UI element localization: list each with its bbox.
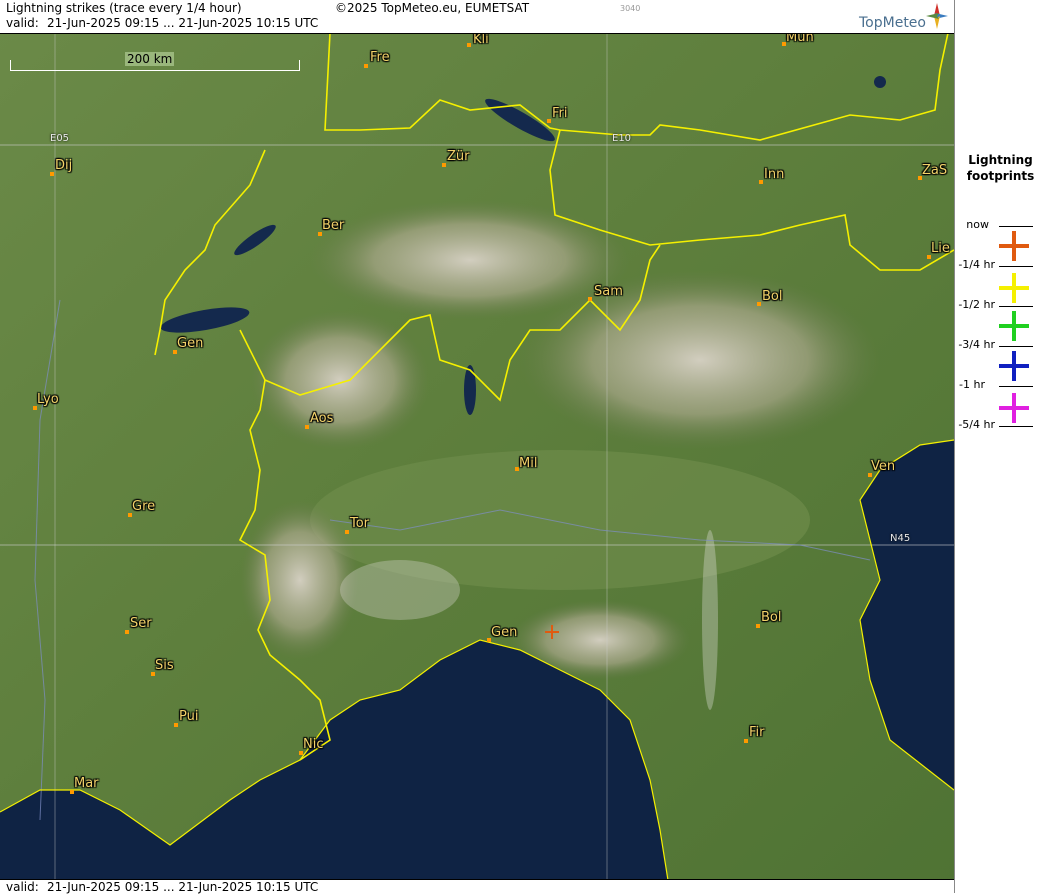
grid-label-e10: E10 — [612, 133, 632, 144]
legend-label-one-hour: -1 hr — [959, 378, 985, 391]
legend-line — [999, 346, 1033, 347]
grid-label-e05: E05 — [50, 133, 70, 144]
satellite-map: 200 km E05 E10 N45 Kli Mün Fre Fri Dij Z… — [0, 0, 954, 893]
logo-text: TopMeteo — [859, 15, 926, 31]
legend-cross-quarter-icon — [999, 273, 1029, 303]
city-ber: Ber — [322, 218, 345, 233]
city-fir: Fir — [749, 725, 765, 740]
legend-cross-now-icon — [999, 231, 1029, 261]
valid-range: 21-Jun-2025 09:15 ... 21-Jun-2025 10:15 … — [47, 16, 319, 30]
city-mil: Mil — [519, 456, 538, 471]
legend-line — [999, 386, 1033, 387]
legend-line — [999, 266, 1033, 267]
legend-panel: Lightning footprints now -1/4 hr -1/2 hr… — [954, 0, 1045, 893]
legend-title-line1: Lightning — [968, 153, 1033, 167]
legend-line — [999, 226, 1033, 227]
footer-bar: valid: 21-Jun-2025 09:15 ... 21-Jun-2025… — [0, 879, 954, 894]
city-fri: Fri — [552, 106, 568, 121]
city-bol-north: Bol — [762, 289, 783, 304]
city-mar: Mar — [74, 776, 99, 791]
valid-label: valid: — [6, 16, 39, 30]
city-lyo: Lyo — [37, 392, 59, 407]
city-gre: Gre — [132, 499, 156, 514]
footer-valid-range: 21-Jun-2025 09:15 ... 21-Jun-2025 10:15 … — [47, 880, 319, 894]
city-inn: Inn — [764, 167, 785, 182]
legend-label-half: -1/2 hr — [958, 298, 995, 311]
city-zas: ZaS — [922, 163, 948, 178]
city-ser: Ser — [130, 616, 152, 631]
legend-line — [999, 306, 1033, 307]
city-ven: Ven — [871, 459, 896, 474]
city-fre: Fre — [370, 50, 390, 65]
map-svg — [0, 0, 954, 893]
city-lie: Lie — [931, 241, 950, 256]
legend-title: Lightning footprints — [955, 152, 1045, 184]
chart-title: Lightning strikes (trace every 1/4 hour) — [6, 1, 242, 15]
legend-cross-one-hour-icon — [999, 393, 1029, 423]
header-bar: Lightning strikes (trace every 1/4 hour)… — [0, 0, 954, 34]
legend-label-now: now — [966, 218, 989, 231]
scale-label: 200 km — [125, 52, 175, 66]
copyright: ©2025 TopMeteo.eu, EUMETSAT — [335, 1, 530, 15]
legend-cross-half-icon — [999, 311, 1029, 341]
city-dij: Dij — [55, 158, 73, 173]
grid-label-n45: N45 — [890, 533, 911, 544]
city-aos: Aos — [310, 411, 334, 426]
city-sis: Sis — [155, 658, 174, 673]
city-pui: Pui — [179, 709, 199, 724]
compass-logo-icon — [926, 3, 948, 29]
legend-label-five-quarter: -5/4 hr — [958, 418, 995, 431]
city-zur: Zür — [447, 149, 470, 164]
city-bol-south: Bol — [761, 610, 782, 625]
legend-cross-three-quarter-icon — [999, 351, 1029, 381]
image-code: 3040 — [620, 4, 641, 13]
legend-label-three-quarter: -3/4 hr — [958, 338, 995, 351]
legend-label-quarter: -1/4 hr — [958, 258, 995, 271]
city-nic: Nic — [303, 737, 324, 752]
city-gen-geneva: Gen — [177, 336, 204, 351]
city-kli: Kli — [473, 32, 489, 47]
city-tor: Tor — [350, 516, 370, 531]
footer-valid-label: valid: — [6, 880, 39, 894]
legend-title-line2: footprints — [966, 169, 1035, 183]
legend-line — [999, 426, 1033, 427]
city-gen-genoa: Gen — [491, 625, 518, 640]
city-sam: Sam — [594, 284, 623, 299]
